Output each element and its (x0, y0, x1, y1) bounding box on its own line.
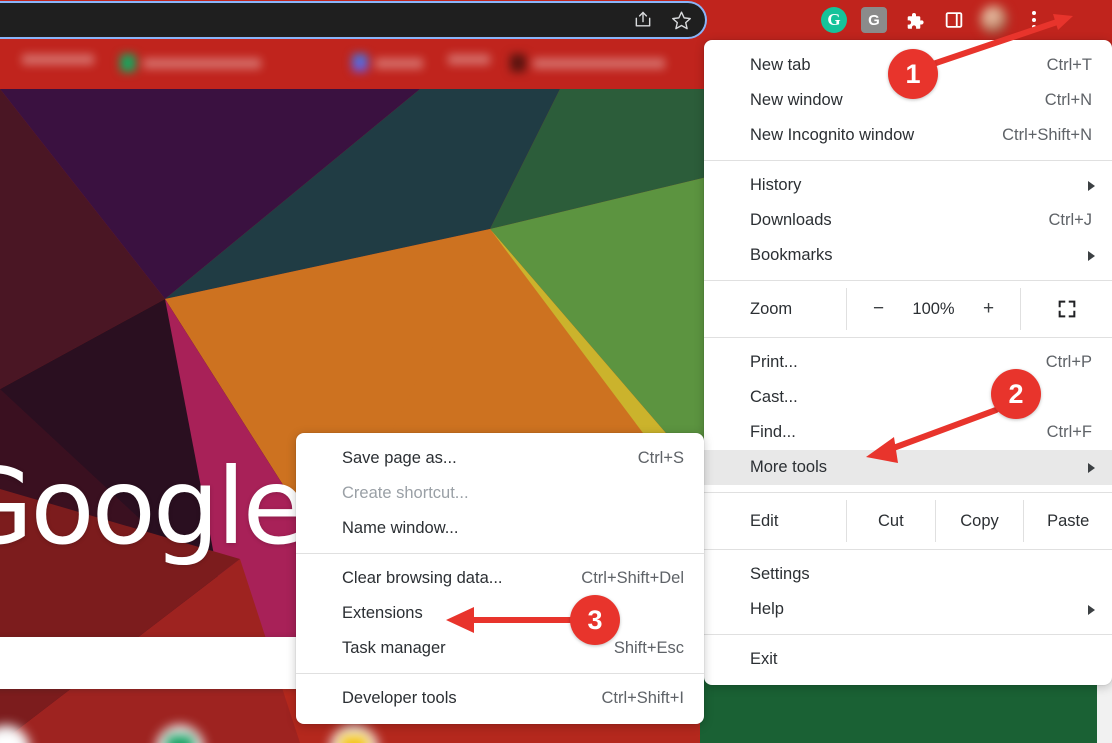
submenu-item-extensions[interactable]: Extensions (296, 596, 704, 631)
menu-item-label: Task manager (342, 639, 446, 657)
shortcut-icon (156, 725, 204, 743)
menu-item-label: New tab (750, 56, 811, 74)
chevron-right-icon (1088, 250, 1095, 261)
shortcut-tiles (0, 725, 410, 743)
menu-item-label: More tools (750, 458, 828, 476)
menu-item-bookmarks[interactable]: Bookmarks (704, 238, 1112, 273)
zoom-out-button[interactable]: − (870, 298, 888, 320)
step-3-badge: 3 (570, 595, 620, 645)
cut-button[interactable]: Cut (846, 500, 935, 542)
submenu-item-save-page-as[interactable]: Save page as... Ctrl+S (296, 441, 704, 476)
more-tools-submenu: Save page as... Ctrl+S Create shortcut..… (296, 433, 704, 724)
bookmark-star-icon[interactable] (669, 8, 693, 32)
menu-item-label: Developer tools (342, 689, 457, 707)
menu-item-label: History (750, 176, 802, 194)
menu-item-label: New Incognito window (750, 126, 915, 144)
side-panel-icon[interactable] (940, 6, 968, 34)
menu-item-label: Settings (750, 565, 810, 583)
chevron-right-icon (1088, 180, 1095, 191)
browser-toolbar: G G (0, 0, 1112, 40)
copy-button[interactable]: Copy (934, 500, 1024, 542)
menu-item-shortcut: Ctrl+Shift+Del (581, 569, 684, 587)
google-extension-icon[interactable]: G (860, 6, 888, 34)
chrome-main-menu: New tab Ctrl+T New window Ctrl+N New Inc… (704, 40, 1112, 685)
shortcut-icon (330, 725, 378, 743)
menu-item-label: Clear browsing data... (342, 569, 503, 587)
shortcut-tile[interactable] (124, 725, 236, 743)
menu-item-downloads[interactable]: Downloads Ctrl+J (704, 203, 1112, 238)
profile-avatar[interactable] (980, 5, 1008, 35)
menu-separator (704, 337, 1112, 338)
menu-item-label: Create shortcut... (342, 484, 469, 502)
submenu-item-create-shortcut: Create shortcut... (296, 476, 704, 511)
fullscreen-button[interactable] (1020, 288, 1112, 330)
menu-item-more-tools[interactable]: More tools (704, 450, 1112, 485)
menu-item-find[interactable]: Find... Ctrl+F (704, 415, 1112, 450)
grammarly-glyph: G (821, 7, 847, 33)
menu-item-new-incognito-window[interactable]: New Incognito window Ctrl+Shift+N (704, 118, 1112, 153)
google-glyph: G (861, 7, 887, 33)
menu-item-history[interactable]: History (704, 168, 1112, 203)
menu-item-label: Save page as... (342, 449, 457, 467)
menu-item-help[interactable]: Help (704, 592, 1112, 627)
shortcut-icon (0, 725, 30, 743)
address-bar[interactable] (0, 3, 705, 37)
share-icon[interactable] (631, 8, 655, 32)
menu-separator (704, 280, 1112, 281)
zoom-label: Zoom (750, 299, 793, 318)
shortcut-tile[interactable] (298, 725, 410, 743)
browser-window: Google Search Google or type a URL (0, 0, 1112, 743)
menu-separator (704, 634, 1112, 635)
menu-item-label: Print... (750, 353, 798, 371)
chevron-right-icon (1088, 462, 1095, 473)
menu-item-shortcut: Ctrl+J (1048, 211, 1092, 229)
zoom-controls: − 100% + (846, 288, 1020, 330)
shortcut-tile[interactable] (0, 725, 62, 743)
step-2-badge: 2 (991, 369, 1041, 419)
menu-separator (704, 492, 1112, 493)
menu-item-label: Exit (750, 650, 778, 668)
menu-item-shortcut: Ctrl+S (637, 449, 684, 467)
menu-item-label: Downloads (750, 211, 832, 229)
toolbar-extension-icons: G G (820, 4, 1048, 36)
extensions-puzzle-icon[interactable] (900, 6, 928, 34)
menu-separator (296, 553, 704, 554)
menu-item-shortcut: Shift+Esc (613, 639, 684, 657)
menu-item-label: Bookmarks (750, 246, 833, 264)
menu-item-label: Cast... (750, 388, 798, 406)
menu-row-zoom: Zoom − 100% + (704, 288, 1112, 330)
menu-item-shortcut: Ctrl+N (1044, 91, 1092, 109)
menu-item-label: Find... (750, 423, 796, 441)
chrome-menu-kebab-icon[interactable] (1020, 6, 1048, 34)
menu-separator (704, 549, 1112, 550)
edit-label: Edit (750, 511, 779, 530)
step-1-badge: 1 (888, 49, 938, 99)
paste-button[interactable]: Paste (1023, 500, 1112, 542)
chevron-right-icon (1088, 604, 1095, 615)
menu-item-shortcut: Ctrl+F (1046, 423, 1092, 441)
menu-item-shortcut: Ctrl+Shift+N (1002, 126, 1092, 144)
menu-item-label: Extensions (342, 604, 423, 622)
submenu-item-task-manager[interactable]: Task manager Shift+Esc (296, 631, 704, 666)
menu-item-label: Help (750, 600, 784, 618)
submenu-item-developer-tools[interactable]: Developer tools Ctrl+Shift+I (296, 681, 704, 716)
google-logo: Google (0, 446, 307, 568)
menu-row-edit: Edit Cut Copy Paste (704, 500, 1112, 542)
submenu-item-clear-browsing-data[interactable]: Clear browsing data... Ctrl+Shift+Del (296, 561, 704, 596)
zoom-in-button[interactable]: + (980, 298, 998, 320)
menu-item-settings[interactable]: Settings (704, 557, 1112, 592)
grammarly-extension-icon[interactable]: G (820, 6, 848, 34)
menu-item-print[interactable]: Print... Ctrl+P (704, 345, 1112, 380)
menu-item-exit[interactable]: Exit (704, 642, 1112, 677)
menu-item-label: Name window... (342, 519, 459, 537)
menu-item-shortcut: Ctrl+P (1045, 353, 1092, 371)
menu-separator (704, 160, 1112, 161)
menu-item-shortcut: Ctrl+T (1046, 56, 1092, 74)
menu-item-label: New window (750, 91, 843, 109)
zoom-level-value: 100% (912, 299, 955, 318)
menu-separator (296, 673, 704, 674)
menu-item-cast[interactable]: Cast... (704, 380, 1112, 415)
menu-item-shortcut: Ctrl+Shift+I (601, 689, 684, 707)
submenu-item-name-window[interactable]: Name window... (296, 511, 704, 546)
